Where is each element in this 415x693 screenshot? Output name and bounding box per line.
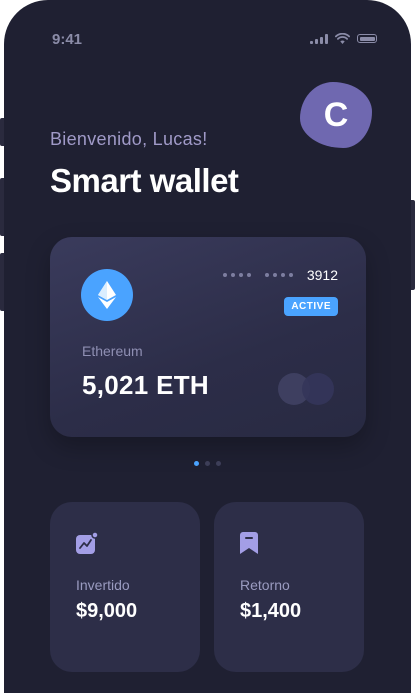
phone-screen: 9:41 C Bienvenido, Lucas! Smart wallet 3… (4, 0, 411, 693)
status-badge: ACTIVE (284, 297, 338, 316)
page-title: Smart wallet (50, 162, 239, 199)
invested-card[interactable]: Invertido $9,000 (50, 502, 200, 672)
pager-dot[interactable] (216, 461, 221, 466)
card-brand-circles (278, 373, 336, 405)
wallet-card[interactable]: 3912 ACTIVE Ethereum 5,021 ETH (50, 237, 366, 437)
masked-digits (264, 273, 293, 277)
ethereum-icon (81, 269, 133, 321)
pager-dot-active[interactable] (194, 461, 199, 466)
balance-amount: 5,021 ETH (82, 370, 209, 400)
signal-icon (310, 33, 328, 44)
invested-value: $9,000 (76, 600, 138, 622)
status-icons (310, 33, 377, 44)
pager-dot[interactable] (205, 461, 210, 466)
greeting-text: Bienvenido, Lucas! (50, 129, 208, 149)
masked-digits (222, 273, 251, 277)
return-card[interactable]: Retorno $1,400 (214, 502, 364, 672)
battery-icon (357, 34, 377, 43)
chart-icon (76, 532, 98, 554)
wifi-icon (335, 33, 350, 44)
bookmark-icon (240, 532, 258, 554)
coin-name: Ethereum (82, 343, 143, 359)
card-last-digits: 3912 (306, 267, 338, 283)
invested-label: Invertido (76, 577, 130, 593)
return-label: Retorno (240, 577, 290, 593)
avatar[interactable]: C (300, 82, 372, 148)
status-time: 9:41 (52, 31, 83, 48)
card-pager[interactable] (194, 461, 221, 466)
card-number: 3912 (222, 267, 338, 283)
return-value: $1,400 (240, 600, 302, 622)
